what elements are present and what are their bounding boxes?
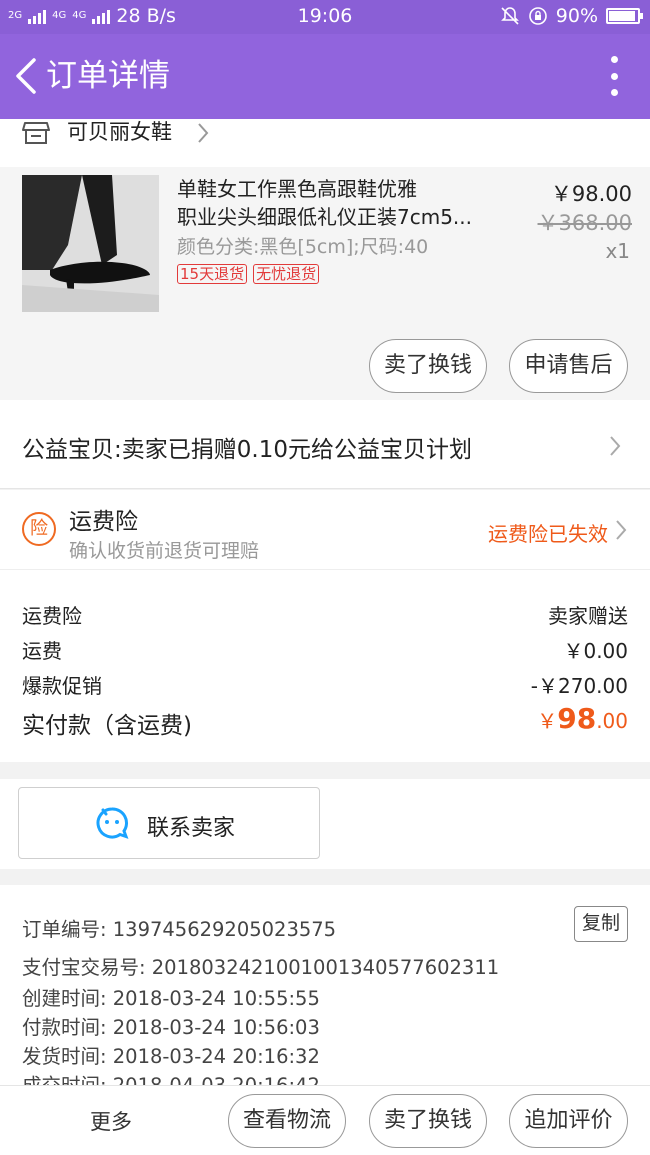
chat-bubble-icon xyxy=(96,807,129,839)
product-title-line2: 职业尖头细跟低礼仪正装7cm5... xyxy=(177,205,472,229)
bottom-action-bar: 更多 查看物流 卖了换钱 追加评价 xyxy=(0,1085,650,1155)
cost-label: 运费险 xyxy=(22,604,82,628)
chevron-right-icon xyxy=(610,436,621,456)
contact-seller-label: 联系卖家 xyxy=(147,816,236,841)
shop-row[interactable]: 可贝丽女鞋 xyxy=(0,119,650,167)
created-time: 创建时间: 2018-03-24 10:55:55 xyxy=(22,987,320,1010)
view-logistics-button[interactable]: 查看物流 xyxy=(228,1094,346,1148)
rotation-lock-icon xyxy=(528,7,547,25)
cost-label: 运费 xyxy=(22,639,62,663)
resell-button[interactable]: 卖了换钱 xyxy=(369,339,487,393)
product-title-line1: 单鞋女工作黑色高跟鞋优雅 xyxy=(177,177,417,201)
product-card[interactable]: 单鞋女工作黑色高跟鞋优雅 职业尖头细跟低礼仪正装7cm5... 颜色分类:黑色[… xyxy=(0,167,650,400)
cost-row-promotion: 爆款促销 -￥270.00 xyxy=(22,670,628,699)
chevron-right-icon xyxy=(616,520,627,540)
contact-section: 联系卖家 xyxy=(0,779,650,869)
insurance-title: 运费险 xyxy=(69,509,138,535)
more-button[interactable]: 更多 xyxy=(90,1106,132,1136)
cost-row-shipping: 运费 ￥0.00 xyxy=(22,635,628,664)
shipping-insurance-row[interactable]: 险 运费险 确认收货前退货可理赔 运费险已失效 xyxy=(0,490,650,570)
shoe-image xyxy=(22,175,159,312)
status-bar: 2G 4G 4G 28 B/s 19:06 90% xyxy=(0,0,650,34)
total-integer: 98 xyxy=(557,702,597,735)
product-quantity: x1 xyxy=(605,239,630,263)
alipay-trade-number: 支付宝交易号: 2018032421001001340577602311 xyxy=(22,956,500,979)
product-tags: 15天退货 无忧退货 xyxy=(177,264,320,284)
shipped-time: 发货时间: 2018-03-24 20:16:32 xyxy=(22,1045,320,1068)
page-title: 订单详情 xyxy=(46,58,170,94)
insurance-status: 运费险已失效 xyxy=(488,522,608,546)
insurance-badge-icon: 险 xyxy=(22,512,56,546)
paid-time: 付款时间: 2018-03-24 10:56:03 xyxy=(22,1016,320,1039)
product-image[interactable] xyxy=(22,175,159,312)
chevron-right-icon xyxy=(198,123,209,143)
more-menu-icon[interactable] xyxy=(608,56,620,96)
product-price: ￥98.00 xyxy=(550,182,632,206)
cost-row-insurance: 运费险 卖家赠送 xyxy=(22,600,628,629)
contact-seller-button[interactable]: 联系卖家 xyxy=(18,787,320,859)
store-icon xyxy=(22,122,50,144)
copy-button[interactable]: 复制 xyxy=(574,906,628,942)
back-arrow-icon[interactable] xyxy=(8,54,44,98)
cost-value: 卖家赠送 xyxy=(548,604,628,628)
shop-name[interactable]: 可贝丽女鞋 xyxy=(67,119,172,145)
completed-time: 成交时间: 2018-04-03 20:16:42 xyxy=(22,1069,320,1085)
nav-bar: 订单详情 xyxy=(0,34,650,119)
charity-text: 公益宝贝:卖家已捐赠0.10元给公益宝贝计划 xyxy=(22,437,472,463)
cost-value: -￥270.00 xyxy=(530,674,628,698)
order-info: 订单编号: 1397456292050235​75 复制 支付宝交易号: 201… xyxy=(0,885,650,1085)
total-currency: ￥ xyxy=(537,709,558,733)
product-title[interactable]: 单鞋女工作黑色高跟鞋优雅 职业尖头细跟低礼仪正装7cm5... xyxy=(177,175,497,231)
cost-value: ￥0.00 xyxy=(563,639,628,663)
resell-button-bottom[interactable]: 卖了换钱 xyxy=(369,1094,487,1148)
product-sku: 颜色分类:黑色[5cm];尺码:40 xyxy=(177,236,429,258)
product-original-price: ￥368.00 xyxy=(537,211,632,235)
order-number: 订单编号: 1397456292050235​75 xyxy=(22,918,337,941)
mute-bell-icon xyxy=(500,7,519,25)
total-decimal: .00 xyxy=(596,709,628,733)
status-right: 90% xyxy=(500,5,643,27)
total-amount: ￥98.00 xyxy=(537,702,628,735)
tag-15-day-return: 15天退货 xyxy=(177,264,248,284)
cost-label: 爆款促销 xyxy=(22,674,102,698)
battery-percent: 90% xyxy=(555,5,598,27)
charity-row[interactable]: 公益宝贝:卖家已捐赠0.10元给公益宝贝计划 xyxy=(0,400,650,489)
battery-icon xyxy=(606,8,643,24)
total-label: 实付款（含运费) xyxy=(22,713,192,739)
tag-worry-free-return: 无忧退货 xyxy=(253,264,320,284)
insurance-subtitle: 确认收货前退货可理赔 xyxy=(69,540,260,562)
after-sales-button[interactable]: 申请售后 xyxy=(509,339,628,393)
cost-summary: 运费险 卖家赠送 运费 ￥0.00 爆款促销 -￥270.00 实付款（含运费)… xyxy=(0,570,650,762)
add-review-button[interactable]: 追加评价 xyxy=(509,1094,628,1148)
